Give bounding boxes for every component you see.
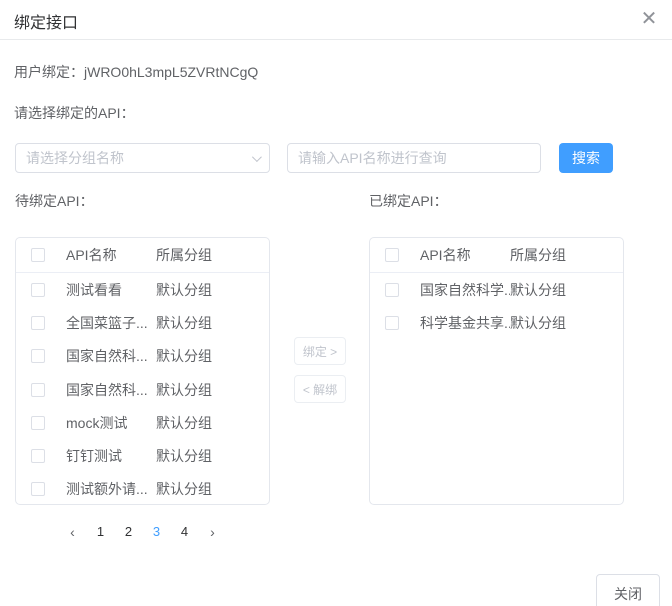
api-name-cell: 国家自然科... (66, 380, 156, 400)
table-row[interactable]: 国家自然科... 默认分组 (16, 340, 269, 373)
table-header-row: API名称 所属分组 (16, 238, 269, 273)
table-row[interactable]: 国家自然科... 默认分组 (16, 373, 269, 406)
api-name-input[interactable] (287, 143, 541, 173)
unbound-table-body: 测试看看 默认分组 全国菜篮子... 默认分组 国家自然科... 默认分组 (16, 273, 269, 505)
column-header-api-name: API名称 (420, 245, 510, 265)
dialog-header: 绑定接口 ✕ (0, 0, 672, 40)
group-cell: 默认分组 (156, 479, 269, 499)
search-button[interactable]: 搜索 (559, 143, 613, 173)
group-cell: 默认分组 (156, 380, 269, 400)
group-cell: 默认分组 (156, 413, 269, 433)
dialog-title: 绑定接口 (14, 9, 78, 33)
bound-api-label: 已绑定API： (369, 191, 448, 211)
group-cell: 默认分组 (510, 313, 623, 333)
api-name-cell: 全国菜篮子... (66, 313, 156, 333)
row-checkbox[interactable] (31, 349, 45, 363)
row-checkbox[interactable] (31, 482, 45, 496)
row-checkbox[interactable] (31, 449, 45, 463)
row-checkbox[interactable] (31, 383, 45, 397)
table-row[interactable]: 国家自然科学... 默认分组 (370, 273, 623, 306)
bind-button[interactable]: 绑定 > (294, 337, 346, 365)
column-header-group: 所属分组 (510, 245, 623, 265)
api-name-cell: 国家自然科... (66, 346, 156, 366)
table-row[interactable]: 测试额外请... 默认分组 (16, 473, 269, 505)
select-api-label: 请选择绑定的API： (14, 103, 135, 123)
unbind-button[interactable]: < 解绑 (294, 375, 346, 403)
select-all-checkbox[interactable] (31, 248, 45, 262)
bound-table-body: 国家自然科学... 默认分组 科学基金共享... 默认分组 (370, 273, 623, 340)
page-1[interactable]: 1 (87, 521, 115, 543)
table-row[interactable]: 全国菜篮子... 默认分组 (16, 306, 269, 339)
row-checkbox[interactable] (31, 316, 45, 330)
chevron-down-icon (252, 152, 262, 162)
group-select[interactable]: 请选择分组名称 (15, 143, 270, 173)
api-name-cell: 科学基金共享... (420, 313, 510, 333)
close-button[interactable]: 关闭 (596, 574, 660, 606)
table-header-row: API名称 所属分组 (370, 238, 623, 273)
prev-page-icon[interactable]: ‹ (59, 521, 87, 543)
bind-interface-dialog: 绑定接口 ✕ 用户绑定：jWRO0hL3mpL5ZVRtNCgQ 请选择绑定的A… (0, 0, 672, 606)
group-cell: 默认分组 (156, 313, 269, 333)
api-name-cell: 钉钉测试 (66, 446, 156, 466)
select-all-checkbox[interactable] (385, 248, 399, 262)
group-cell: 默认分组 (156, 446, 269, 466)
row-checkbox[interactable] (31, 416, 45, 430)
column-header-api-name: API名称 (66, 245, 156, 265)
row-checkbox[interactable] (385, 283, 399, 297)
row-checkbox[interactable] (385, 316, 399, 330)
table-row[interactable]: 钉钉测试 默认分组 (16, 439, 269, 472)
group-select-placeholder: 请选择分组名称 (26, 148, 252, 168)
page-4[interactable]: 4 (171, 521, 199, 543)
group-cell: 默认分组 (156, 346, 269, 366)
unbound-api-table: API名称 所属分组 测试看看 默认分组 全国菜篮子... 默认分组 (15, 237, 270, 505)
user-binding-line: 用户绑定：jWRO0hL3mpL5ZVRtNCgQ (14, 62, 258, 82)
page-2[interactable]: 2 (115, 521, 143, 543)
bound-api-table: API名称 所属分组 国家自然科学... 默认分组 科学基金共享... 默认分组 (369, 237, 624, 505)
api-name-cell: 国家自然科学... (420, 280, 510, 300)
group-cell: 默认分组 (510, 280, 623, 300)
unbound-api-label: 待绑定API： (15, 191, 94, 211)
page-3-active[interactable]: 3 (143, 521, 171, 543)
group-cell: 默认分组 (156, 280, 269, 300)
table-row[interactable]: 测试看看 默认分组 (16, 273, 269, 306)
api-name-cell: 测试看看 (66, 280, 156, 300)
table-row[interactable]: 科学基金共享... 默认分组 (370, 306, 623, 339)
api-name-cell: 测试额外请... (66, 479, 156, 499)
table-row[interactable]: mock测试 默认分组 (16, 406, 269, 439)
user-binding-label: 用户绑定： (14, 64, 84, 80)
user-binding-value: jWRO0hL3mpL5ZVRtNCgQ (84, 64, 258, 80)
next-page-icon[interactable]: › (199, 521, 227, 543)
pagination: ‹ 1 2 3 4 › (15, 521, 270, 543)
close-icon[interactable]: ✕ (638, 8, 660, 30)
api-name-cell: mock测试 (66, 413, 156, 433)
row-checkbox[interactable] (31, 283, 45, 297)
column-header-group: 所属分组 (156, 245, 269, 265)
